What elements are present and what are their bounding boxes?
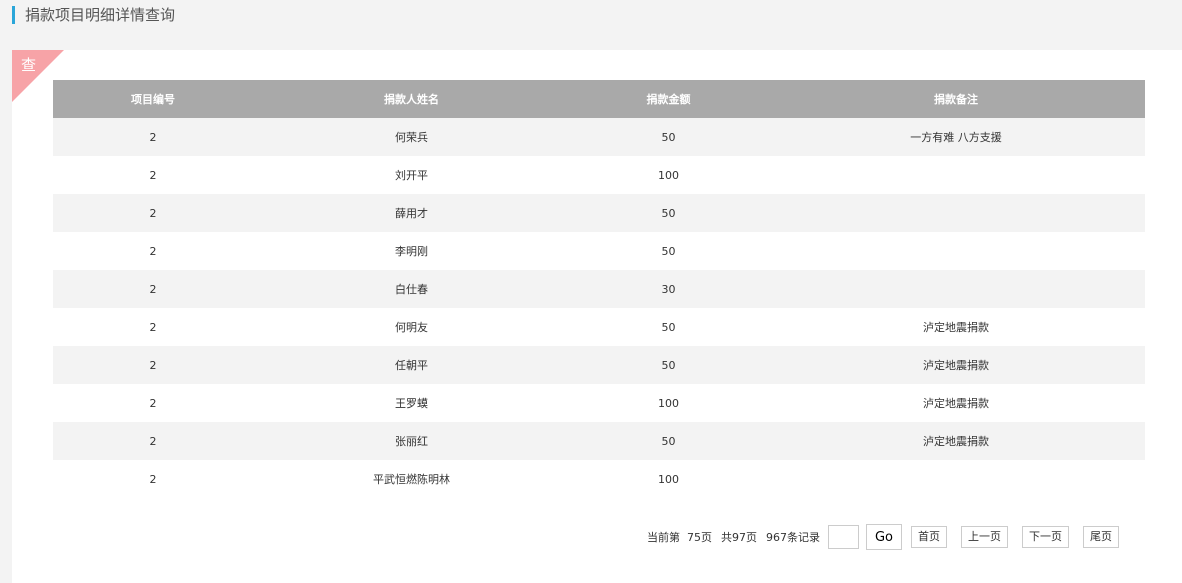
table-row: 2 王罗蟆 100 泸定地震捐款 [53,384,1145,422]
go-button[interactable]: Go [865,524,902,550]
table-row: 2 何明友 50 泸定地震捐款 [53,308,1145,346]
corner-label: 查 [21,56,37,74]
cell-remark [767,194,1145,232]
next-page-button[interactable]: 下一页 [1022,526,1069,548]
cell-donor-name: 刘开平 [253,156,570,194]
cell-remark: 泸定地震捐款 [767,346,1145,384]
cell-donor-name: 何荣兵 [253,118,570,156]
table-row: 2 张丽红 50 泸定地震捐款 [53,422,1145,460]
pager-total-pages: 共97页 [720,531,757,544]
cell-donor-name: 何明友 [253,308,570,346]
table-row: 2 平武恒燃陈明林 100 [53,460,1145,498]
cell-donor-name: 白仕春 [253,270,570,308]
cell-remark [767,270,1145,308]
cell-project-id: 2 [53,422,253,460]
pager-current-page: 当前第 75页 [646,531,712,544]
cell-remark: 泸定地震捐款 [767,308,1145,346]
header-donor-name: 捐款人姓名 [253,80,570,118]
cell-amount: 50 [570,422,767,460]
cell-project-id: 2 [53,270,253,308]
cell-amount: 50 [570,346,767,384]
table-row: 2 薛用才 50 [53,194,1145,232]
table-row: 2 白仕春 30 [53,270,1145,308]
cell-amount: 100 [570,384,767,422]
table-header-row: 项目编号 捐款人姓名 捐款金额 捐款备注 [53,80,1145,118]
cell-donor-name: 张丽红 [253,422,570,460]
cell-project-id: 2 [53,460,253,498]
header-remark: 捐款备注 [767,80,1145,118]
cell-project-id: 2 [53,346,253,384]
cell-project-id: 2 [53,118,253,156]
cell-remark [767,156,1145,194]
cell-remark: 泸定地震捐款 [767,422,1145,460]
cell-amount: 100 [570,156,767,194]
cell-remark: 泸定地震捐款 [767,384,1145,422]
last-page-button[interactable]: 尾页 [1083,526,1119,548]
first-page-button[interactable]: 首页 [911,526,947,548]
cell-project-id: 2 [53,308,253,346]
cell-donor-name: 平武恒燃陈明林 [253,460,570,498]
page-jump-input[interactable] [827,525,859,549]
cell-amount: 50 [570,118,767,156]
cell-donor-name: 薛用才 [253,194,570,232]
cell-amount: 50 [570,308,767,346]
cell-project-id: 2 [53,194,253,232]
cell-remark: 一方有难 八方支援 [767,118,1145,156]
query-panel: 查 项目编号 捐款人姓名 捐款金额 捐款备注 2 何荣兵 50 一方有难 八方支… [12,50,1182,583]
donation-table: 项目编号 捐款人姓名 捐款金额 捐款备注 2 何荣兵 50 一方有难 八方支援 … [53,80,1145,498]
prev-page-button[interactable]: 上一页 [961,526,1008,548]
table-row: 2 李明刚 50 [53,232,1145,270]
cell-amount: 30 [570,270,767,308]
header-amount: 捐款金额 [570,80,767,118]
cell-project-id: 2 [53,232,253,270]
cell-remark [767,232,1145,270]
pagination: 当前第 75页 共97页 967条记录 Go 首页 上一页 下一页 尾页 [647,524,1119,550]
cell-amount: 50 [570,232,767,270]
table-row: 2 刘开平 100 [53,156,1145,194]
cell-remark [767,460,1145,498]
table-row: 2 任朝平 50 泸定地震捐款 [53,346,1145,384]
cell-donor-name: 王罗蟆 [253,384,570,422]
cell-donor-name: 李明刚 [253,232,570,270]
pager-total-records: 967条记录 [765,531,820,544]
cell-donor-name: 任朝平 [253,346,570,384]
cell-amount: 50 [570,194,767,232]
cell-project-id: 2 [53,384,253,422]
cell-amount: 100 [570,460,767,498]
header-project-id: 项目编号 [53,80,253,118]
cell-project-id: 2 [53,156,253,194]
page-title: 捐款项目明细详情查询 [12,6,175,24]
table-row: 2 何荣兵 50 一方有难 八方支援 [53,118,1145,156]
